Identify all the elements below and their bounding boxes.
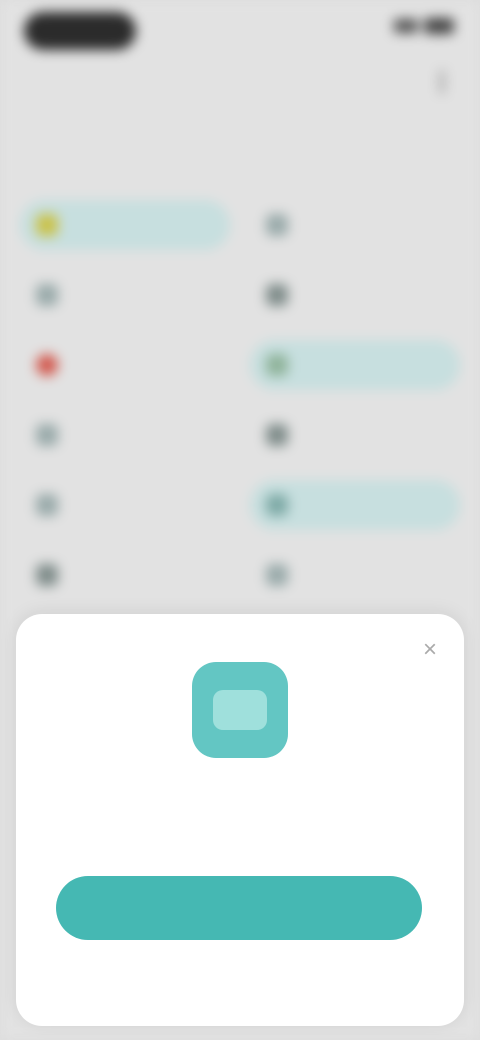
status-icons <box>394 18 454 34</box>
signal-icon <box>394 19 418 33</box>
bottom-sheet: × <box>16 614 464 1026</box>
app-icon <box>192 662 288 758</box>
doc-icon <box>36 284 58 306</box>
status-bar <box>0 0 480 60</box>
category-item[interactable] <box>20 270 230 320</box>
category-item[interactable] <box>250 480 460 530</box>
star-icon <box>36 214 58 236</box>
doc-icon <box>266 214 288 236</box>
battery-icon <box>424 18 454 34</box>
category-item[interactable] <box>20 550 230 600</box>
category-item[interactable] <box>250 410 460 460</box>
nav-bar <box>0 62 480 114</box>
category-item[interactable] <box>250 270 460 320</box>
more-icon[interactable] <box>440 70 444 94</box>
category-item[interactable] <box>20 200 230 250</box>
app-icon-glyph <box>213 690 267 730</box>
gear-icon <box>266 284 288 306</box>
close-icon[interactable]: × <box>414 634 446 666</box>
primary-action-button[interactable] <box>56 876 422 940</box>
doc-icon <box>36 564 58 586</box>
category-item[interactable] <box>20 340 230 390</box>
list-icon <box>266 354 288 376</box>
folder-icon <box>266 494 288 516</box>
category-grid <box>20 200 460 600</box>
tag-icon <box>266 424 288 446</box>
category-item[interactable] <box>250 550 460 600</box>
doc-icon <box>36 494 58 516</box>
category-item[interactable] <box>250 340 460 390</box>
category-item[interactable] <box>20 480 230 530</box>
doc-icon <box>266 564 288 586</box>
doc-icon <box>36 424 58 446</box>
category-item[interactable] <box>20 410 230 460</box>
alert-icon <box>36 354 58 376</box>
category-item[interactable] <box>250 200 460 250</box>
status-time <box>24 12 136 50</box>
